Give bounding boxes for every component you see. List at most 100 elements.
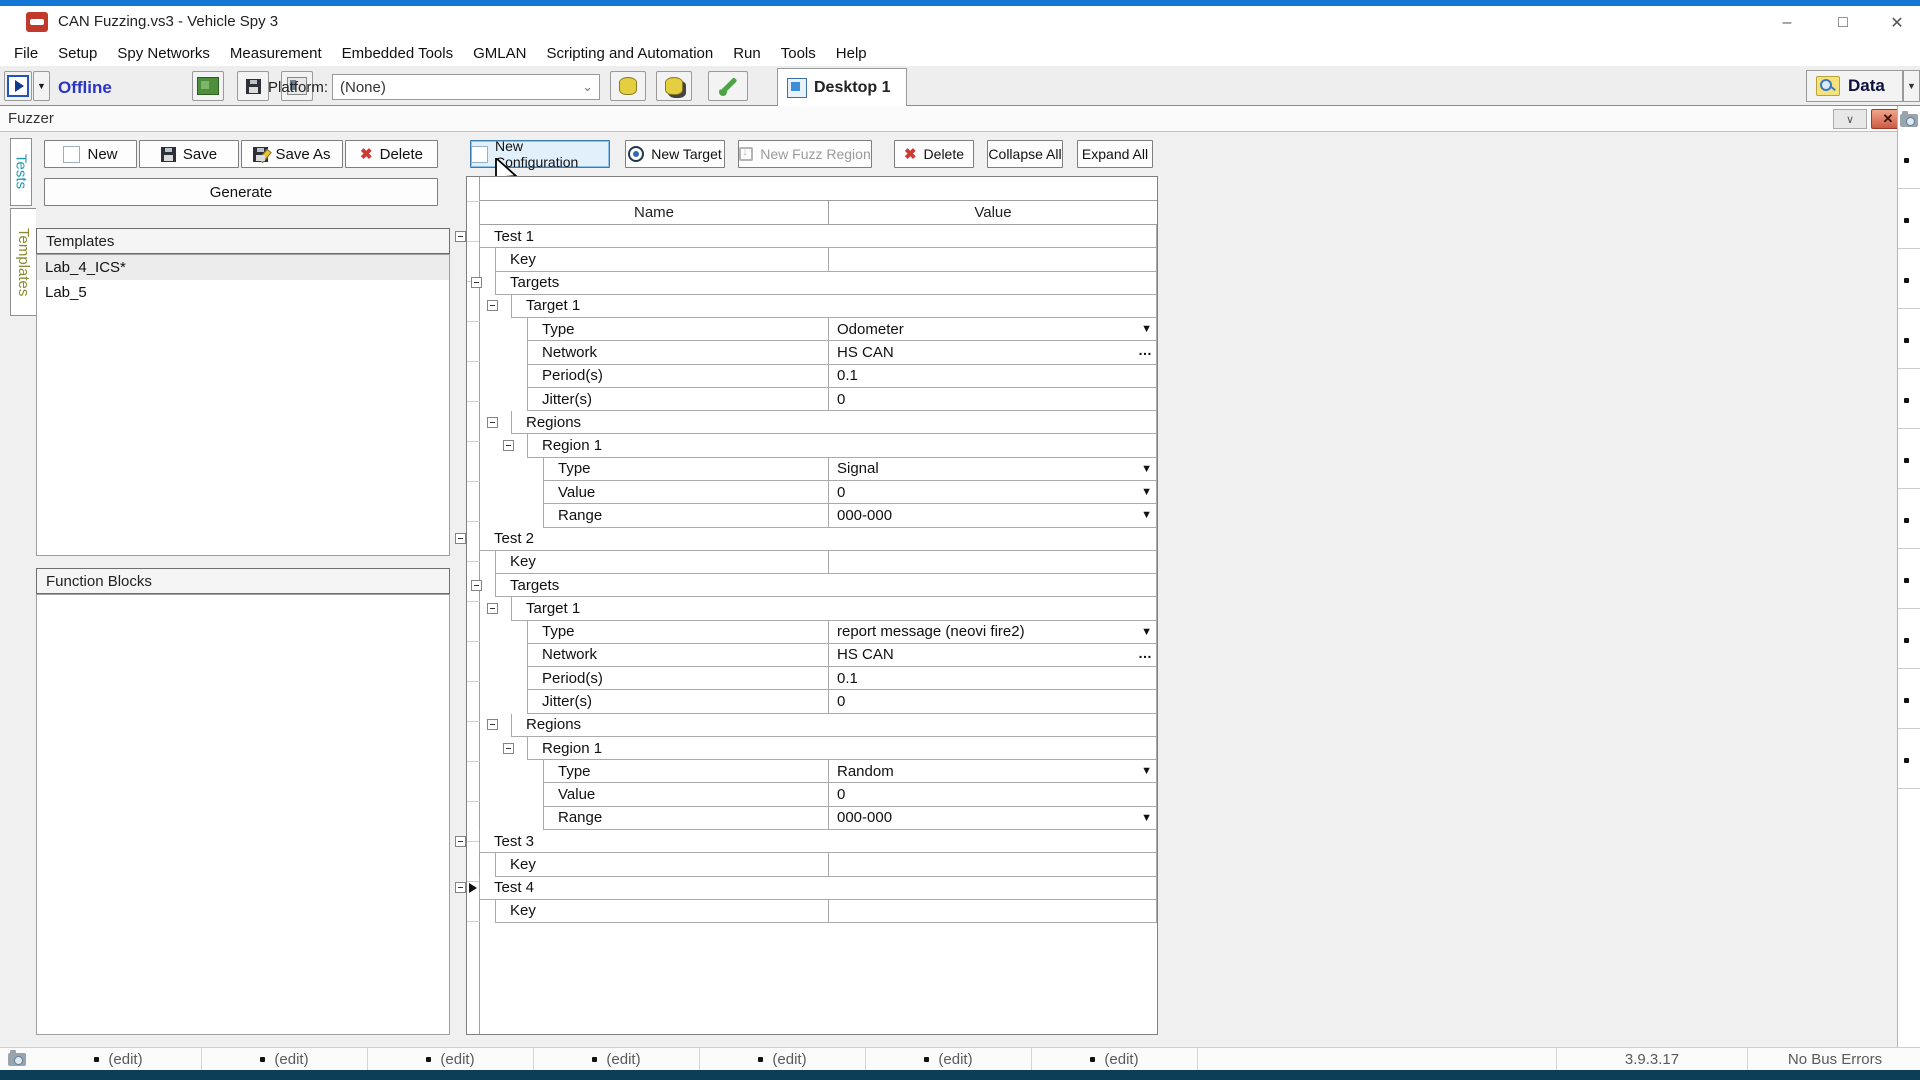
menu-scripting-and-automation[interactable]: Scripting and Automation — [536, 45, 723, 62]
generate-button[interactable]: Generate — [44, 178, 438, 206]
dropdown-arrow-icon[interactable]: ▼ — [1141, 509, 1152, 521]
menu-tools[interactable]: Tools — [771, 45, 826, 62]
tree-row-targets[interactable]: Targets — [495, 272, 1157, 295]
tree-row-regions[interactable]: Regions — [511, 411, 1157, 434]
menu-help[interactable]: Help — [826, 45, 877, 62]
data-dropdown[interactable]: ▼ — [1903, 70, 1920, 102]
tab-tests[interactable]: Tests — [10, 138, 32, 206]
new-target-button[interactable]: New Target — [625, 140, 725, 168]
dropdown-arrow-icon[interactable]: ▼ — [1141, 765, 1152, 777]
tree-row-value-value[interactable]: 0 — [829, 783, 1157, 806]
camera-icon[interactable] — [8, 1053, 26, 1066]
template-item-lab-5[interactable]: Lab_5 — [37, 280, 449, 305]
tree-row-network-value[interactable]: HS CAN… — [829, 341, 1157, 364]
tree-row-type-name[interactable]: Type — [527, 318, 829, 341]
tree-row-regions[interactable]: Regions — [511, 714, 1157, 737]
column-header-name[interactable]: Name — [480, 201, 829, 225]
tree-row-jitter-s--name[interactable]: Jitter(s) — [527, 690, 829, 713]
expander-minus-icon[interactable] — [471, 580, 482, 591]
save-setup-button[interactable] — [237, 71, 269, 101]
expander-minus-icon[interactable] — [455, 533, 466, 544]
tree-row-test-1[interactable]: Test 1 — [479, 225, 1157, 248]
expander-minus-icon[interactable] — [487, 417, 498, 428]
minimize-button[interactable]: – — [1767, 10, 1807, 36]
tree-row-value-name[interactable]: Value — [543, 783, 829, 806]
tab-templates[interactable]: Templates — [10, 208, 36, 316]
tree-row-network-value[interactable]: HS CAN… — [829, 644, 1157, 667]
close-button[interactable]: ✕ — [1877, 10, 1917, 36]
tree-row-target-1[interactable]: Target 1 — [511, 597, 1157, 620]
tree-row-key-name[interactable]: Key — [495, 551, 829, 574]
expander-minus-icon[interactable] — [503, 440, 514, 451]
new-fuzz-region-button[interactable]: New Fuzz Region — [738, 140, 872, 168]
tree-row-period-s--name[interactable]: Period(s) — [527, 365, 829, 388]
titlebar[interactable]: CAN Fuzzing.vs3 - Vehicle Spy 3 – □ ✕ — [0, 6, 1920, 40]
tree-row-test-3[interactable]: Test 3 — [479, 830, 1157, 853]
tree-row-type-value[interactable]: Odometer▼ — [829, 318, 1157, 341]
database-button[interactable] — [610, 71, 646, 101]
tools-button[interactable] — [708, 71, 748, 101]
menu-gmlan[interactable]: GMLAN — [463, 45, 536, 62]
tree-row-test-4[interactable]: Test 4 — [479, 877, 1157, 900]
save-as-button[interactable]: Save As — [241, 140, 343, 168]
tree-row-jitter-s--name[interactable]: Jitter(s) — [527, 388, 829, 411]
menu-file[interactable]: File — [4, 45, 48, 62]
tree-row-test-2[interactable]: Test 2 — [479, 528, 1157, 551]
tree-row-period-s--name[interactable]: Period(s) — [527, 667, 829, 690]
tree-row-type-name[interactable]: Type — [543, 760, 829, 783]
tree-row-value-name[interactable]: Value — [543, 481, 829, 504]
expander-minus-icon[interactable] — [487, 603, 498, 614]
database-save-button[interactable] — [656, 71, 692, 101]
expander-minus-icon[interactable] — [455, 882, 466, 893]
dropdown-arrow-icon[interactable]: ▼ — [1141, 626, 1152, 638]
tree-row-key-name[interactable]: Key — [495, 248, 829, 271]
expander-minus-icon[interactable] — [487, 719, 498, 730]
tree-row-key-value[interactable] — [829, 551, 1157, 574]
tree-row-jitter-s--value[interactable]: 0 — [829, 690, 1157, 713]
column-header-value[interactable]: Value — [829, 201, 1157, 225]
expander-minus-icon[interactable] — [471, 277, 482, 288]
tree-row-key-value[interactable] — [829, 900, 1157, 923]
status-edit-segment[interactable]: (edit) — [36, 1048, 202, 1070]
tree-row-network-name[interactable]: Network — [527, 644, 829, 667]
tree-row-type-value[interactable]: Signal▼ — [829, 458, 1157, 481]
maximize-button[interactable]: □ — [1823, 10, 1863, 36]
status-edit-segment[interactable]: (edit) — [866, 1048, 1032, 1070]
tree-row-range-name[interactable]: Range — [543, 807, 829, 830]
menu-spy-networks[interactable]: Spy Networks — [107, 45, 220, 62]
ellipsis-button[interactable]: … — [1138, 645, 1152, 661]
tree-row-range-value[interactable]: 000-000▼ — [829, 807, 1157, 830]
menu-measurement[interactable]: Measurement — [220, 45, 332, 62]
panel-collapse-button[interactable]: ∨ — [1833, 109, 1867, 129]
tree-row-target-1[interactable]: Target 1 — [511, 295, 1157, 318]
tree-row-network-name[interactable]: Network — [527, 341, 829, 364]
tree-row-region-1[interactable]: Region 1 — [527, 737, 1157, 760]
tree-row-type-value[interactable]: Random▼ — [829, 760, 1157, 783]
dropdown-arrow-icon[interactable]: ▼ — [1141, 812, 1152, 824]
tree-row-jitter-s--value[interactable]: 0 — [829, 388, 1157, 411]
tree-row-period-s--value[interactable]: 0.1 — [829, 365, 1157, 388]
menu-setup[interactable]: Setup — [48, 45, 107, 62]
collapse-all-button[interactable]: Collapse All — [987, 140, 1063, 168]
tree-row-period-s--value[interactable]: 0.1 — [829, 667, 1157, 690]
save-button[interactable]: Save — [139, 140, 239, 168]
tree-row-type-name[interactable]: Type — [543, 458, 829, 481]
tree-row-type-name[interactable]: Type — [527, 621, 829, 644]
expander-minus-icon[interactable] — [503, 743, 514, 754]
tree-row-value-value[interactable]: 0▼ — [829, 481, 1157, 504]
tree-row-region-1[interactable]: Region 1 — [527, 434, 1157, 457]
expander-minus-icon[interactable] — [455, 231, 466, 242]
tree-row-key-name[interactable]: Key — [495, 900, 829, 923]
dropdown-arrow-icon[interactable]: ▼ — [1141, 323, 1152, 335]
tree-row-key-name[interactable]: Key — [495, 853, 829, 876]
tab-desktop-1[interactable]: Desktop 1 — [777, 68, 907, 106]
expander-minus-icon[interactable] — [487, 300, 498, 311]
template-item-lab-4-ics-[interactable]: Lab_4_ICS* — [37, 255, 449, 280]
status-edit-segment[interactable]: (edit) — [1032, 1048, 1198, 1070]
ellipsis-button[interactable]: … — [1138, 342, 1152, 358]
run-dropdown[interactable]: ▼ — [33, 71, 50, 101]
status-edit-segment[interactable]: (edit) — [368, 1048, 534, 1070]
dropdown-arrow-icon[interactable]: ▼ — [1141, 463, 1152, 475]
expand-all-button[interactable]: Expand All — [1077, 140, 1153, 168]
tree-row-key-value[interactable] — [829, 853, 1157, 876]
